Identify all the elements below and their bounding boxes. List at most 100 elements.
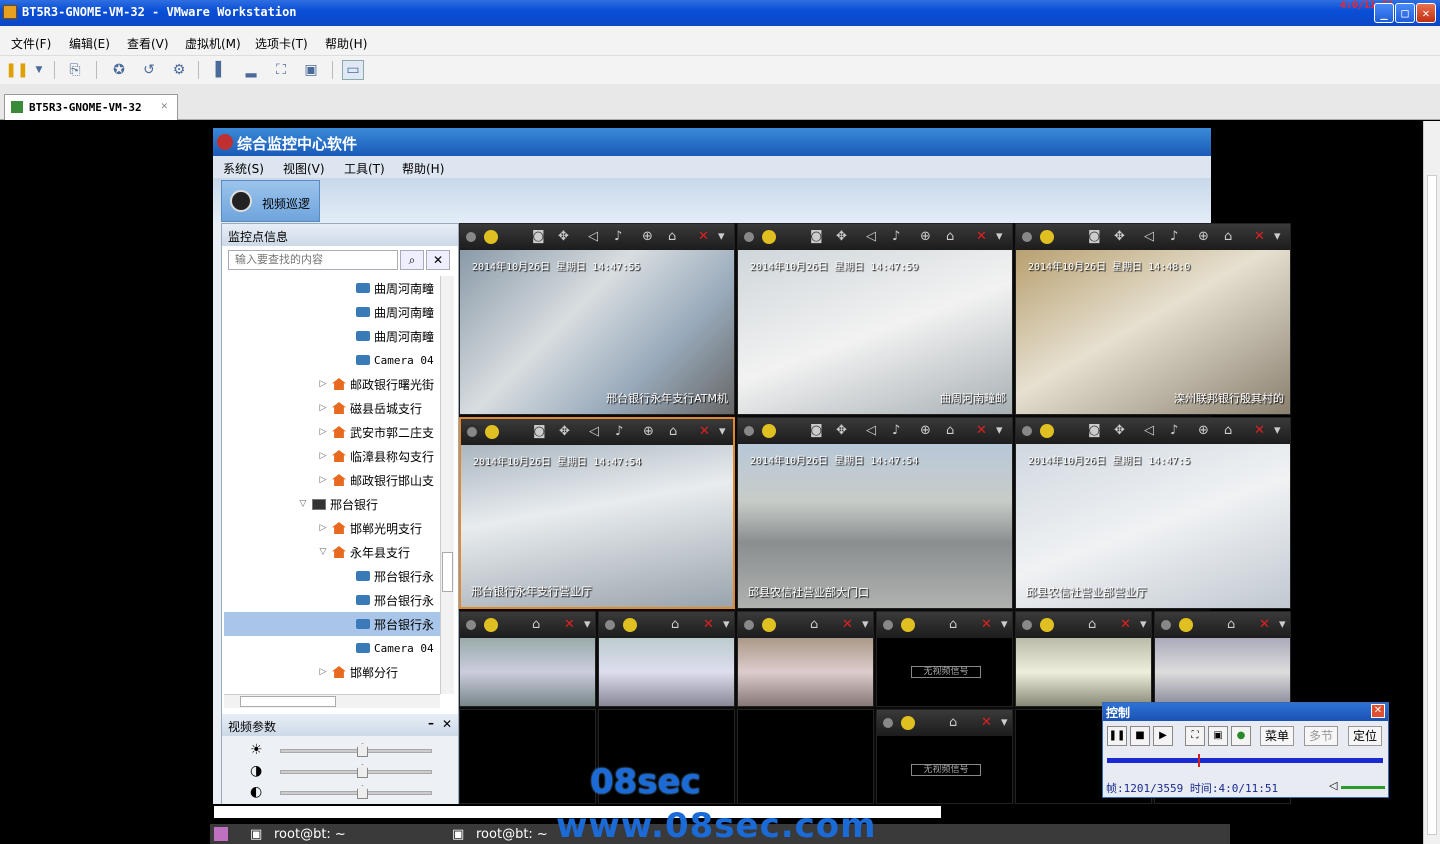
snapshot-icon[interactable]: ◙ <box>810 423 823 438</box>
record-icon[interactable]: ⌂ <box>1227 617 1235 632</box>
app-menu-tools[interactable]: 工具(T) <box>344 160 385 177</box>
close-cell-icon[interactable]: ✕ <box>1259 617 1270 632</box>
ptz-icon[interactable] <box>1040 618 1054 632</box>
status-icon[interactable] <box>744 426 754 436</box>
saturation-slider[interactable] <box>280 785 432 799</box>
progress-marker[interactable] <box>1198 754 1200 767</box>
video-cell[interactable]: ⌂ ✕ ▾ <box>1015 611 1152 707</box>
zoom-icon[interactable]: ⊕ <box>643 424 654 439</box>
volume-slider[interactable] <box>1341 786 1385 789</box>
expand-toggle-icon[interactable]: ▷ <box>318 667 328 677</box>
tree-item[interactable]: Camera 04 <box>356 348 440 372</box>
expand-toggle-icon[interactable]: ▷ <box>318 379 328 389</box>
video-cell[interactable]: ◙ ✥ ◁ ♪ ⊕ ⌂ ✕ ▾ 2014年10月26日 星期日 14:47:59 曲周河南疃邮 <box>737 223 1013 415</box>
expand-toggle-icon[interactable]: ▷ <box>318 451 328 461</box>
cell-menu-icon[interactable]: ▾ <box>584 617 591 632</box>
snapshot-icon[interactable]: ◙ <box>1088 229 1101 244</box>
tree-item[interactable]: ▷ 邮政银行邯山支 <box>318 468 440 492</box>
ptz-icon[interactable] <box>762 618 776 632</box>
video-cell[interactable]: ◙ ✥ ◁ ♪ ⊕ ⌂ ✕ ▾ 2014年10月26日 星期日 14:47:55 邢台银行永年支行… <box>459 223 735 415</box>
fullscreen-icon[interactable]: ⛶ <box>270 60 292 80</box>
snapshot-manager-icon[interactable]: ⚙ <box>168 60 190 80</box>
app-menu-system[interactable]: 系统(S) <box>223 160 264 177</box>
close-cell-icon[interactable]: ✕ <box>698 229 709 244</box>
ptz-move-icon[interactable]: ✥ <box>559 424 570 439</box>
expand-toggle-icon[interactable]: ▽ <box>298 499 308 509</box>
send-ctrl-alt-del-icon[interactable]: ⎘ <box>64 60 86 80</box>
status-icon[interactable] <box>744 620 754 630</box>
app-menu-help[interactable]: 帮助(H) <box>402 160 444 177</box>
cell-menu-icon[interactable]: ▾ <box>996 423 1003 438</box>
taskbar-item-terminal-1[interactable]: root@bt: ~ <box>274 827 346 842</box>
cell-menu-icon[interactable]: ▾ <box>1140 617 1147 632</box>
zoom-icon[interactable]: ⊕ <box>920 423 931 438</box>
contrast-slider[interactable] <box>280 764 432 778</box>
video-cell[interactable]: ⌂ ✕ ▾ <box>1154 611 1291 707</box>
mute-icon[interactable]: ◁ <box>588 229 598 244</box>
record-icon[interactable]: ⌂ <box>671 617 679 632</box>
cell-menu-icon[interactable]: ▾ <box>718 229 725 244</box>
tree-item[interactable]: ▷ 邯郸分行 <box>318 660 440 684</box>
pause-button[interactable]: ❚❚ <box>1107 726 1127 746</box>
close-cell-icon[interactable]: ✕ <box>1254 423 1265 438</box>
status-icon[interactable] <box>883 620 893 630</box>
close-cell-icon[interactable]: ✕ <box>703 617 714 632</box>
locate-button[interactable]: 定位 <box>1348 726 1382 746</box>
menu-view[interactable]: 查看(V) <box>127 35 169 52</box>
ptz-icon[interactable] <box>623 618 637 632</box>
expand-toggle-icon[interactable]: ▷ <box>318 427 328 437</box>
ptz-move-icon[interactable]: ✥ <box>558 229 569 244</box>
record-button[interactable]: ● <box>1231 726 1251 746</box>
pause-icon[interactable]: ❚❚ <box>5 60 28 80</box>
contrast-knob[interactable] <box>357 764 368 778</box>
tree-item[interactable]: 邢台银行永 <box>224 612 440 636</box>
brightness-knob[interactable] <box>357 743 368 757</box>
thumbnail-icon[interactable]: ▂ <box>240 60 262 80</box>
tree-item[interactable]: 邢台银行永 <box>356 564 440 588</box>
zoom-icon[interactable]: ⊕ <box>642 229 653 244</box>
search-input[interactable] <box>228 250 398 270</box>
menu-button[interactable]: 菜单 <box>1260 726 1294 746</box>
video-cell[interactable]: ◙ ✥ ◁ ♪ ⊕ ⌂ ✕ ▾ 2014年10月26日 星期日 14:47:54 邱县农信社营业部… <box>737 417 1013 609</box>
unity-icon[interactable]: ▣ <box>300 60 322 80</box>
ptz-icon[interactable] <box>484 618 498 632</box>
record-icon[interactable]: ⌂ <box>949 617 957 632</box>
tree-scrollbar[interactable] <box>440 276 454 694</box>
snapshot-icon[interactable]: ◙ <box>533 424 546 439</box>
mic-icon[interactable]: ♪ <box>892 229 900 244</box>
tree-item[interactable]: 曲周河南疃 <box>356 276 440 300</box>
mic-icon[interactable]: ♪ <box>892 423 900 438</box>
ptz-icon[interactable] <box>901 618 915 632</box>
fullscreen-button[interactable]: ▣ <box>1208 726 1228 746</box>
record-icon[interactable]: ⌂ <box>669 424 677 439</box>
step-button[interactable]: ▶ <box>1153 726 1173 746</box>
close-button[interactable]: ✕ <box>1416 3 1436 23</box>
mic-icon[interactable]: ♪ <box>615 424 623 439</box>
status-icon[interactable] <box>1022 232 1032 242</box>
stop-button[interactable]: ■ <box>1130 726 1150 746</box>
video-cell[interactable] <box>737 709 874 804</box>
tab-vm[interactable]: BT5R3-GNOME-VM-32 ✕ <box>4 94 178 120</box>
status-icon[interactable] <box>1022 620 1032 630</box>
console-view-icon[interactable]: ▭ <box>342 60 364 80</box>
tree-hscrollbar[interactable] <box>224 694 440 708</box>
status-icon[interactable] <box>1022 426 1032 436</box>
video-cell[interactable]: ⌂ ✕ ▾ 无视频信号 <box>876 709 1013 804</box>
record-icon[interactable]: ⌂ <box>946 423 954 438</box>
saturation-knob[interactable] <box>357 785 368 799</box>
app-menu-view[interactable]: 视图(V) <box>283 160 325 177</box>
zoom-icon[interactable]: ⊕ <box>1198 229 1209 244</box>
ptz-icon[interactable] <box>1040 230 1054 244</box>
fit-view-button[interactable]: ⛶ <box>1185 726 1205 746</box>
ptz-icon[interactable] <box>484 230 498 244</box>
close-cell-icon[interactable]: ✕ <box>699 424 710 439</box>
ptz-icon[interactable] <box>762 230 776 244</box>
collapse-icon[interactable]: – <box>428 716 434 730</box>
revert-snapshot-icon[interactable]: ↺ <box>138 60 160 80</box>
tab-close-icon[interactable]: ✕ <box>161 99 168 112</box>
close-cell-icon[interactable]: ✕ <box>564 617 575 632</box>
cell-menu-icon[interactable]: ▾ <box>1001 715 1008 730</box>
cell-menu-icon[interactable]: ▾ <box>996 229 1003 244</box>
close-cell-icon[interactable]: ✕ <box>1254 229 1265 244</box>
tree-item[interactable]: ▽ 邢台银行 <box>298 492 440 516</box>
